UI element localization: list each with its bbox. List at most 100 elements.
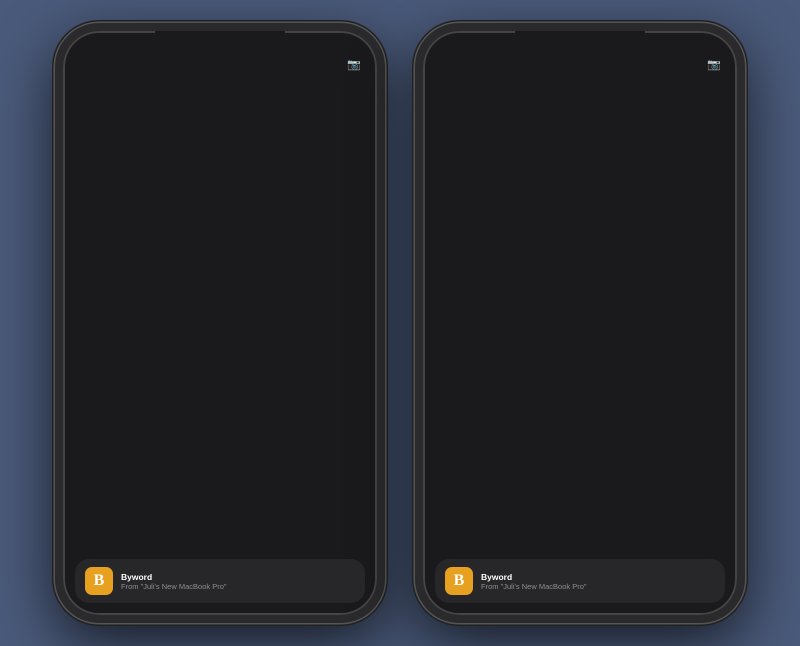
menu-label-passcode-1: Passcode [90,220,240,230]
menu-health-1[interactable]: ❤ Health › [63,398,253,421]
menu-label-clock-2: Clock [450,358,600,368]
menu-label-general-2: General [450,128,600,138]
menu-label-heartrate-2: Heart Rate [450,427,600,437]
notif-app-name-2: Byword [481,572,715,582]
menu-label-cellular-1: Cellular [90,151,240,161]
menu-icon-contacts-2: 👤 [428,378,444,394]
menu-general-1[interactable]: ⚙ General › [63,122,253,145]
menu-icon-heartrate-1: ♥ [68,424,84,440]
notif-app-sub-2: From "Juli's New MacBook Pro" [481,582,715,591]
menu-icon-sounds-1: 🔔 [68,194,84,210]
menu-brightness-2[interactable]: ☀ Brightness & Text Size › [423,168,613,191]
safari-img-1 [233,160,377,200]
menu-chevron-2: › [600,129,603,138]
menu-icon-calendar-2: 📅 [428,332,444,348]
menu-sounds-2[interactable]: 🔔 Sounds & Haptics › [423,191,613,214]
menu-general-2[interactable]: ⚙ General › [423,122,613,145]
menu-label-activity-1: Activity [90,289,240,299]
menu-calendar-2[interactable]: 📅 Calendar › [423,329,613,352]
menu-label-calendar-2: Calendar [450,335,600,345]
notification-banner-2[interactable]: B Byword From "Juli's New MacBook Pro" [435,559,725,603]
notif-app-sub-1: From "Juli's New MacBook Pro" [121,582,355,591]
menu-icon-sos-2: SOS [428,240,444,256]
menu-privacy-1[interactable]: ✋ Privacy › [63,260,253,283]
notch-2 [515,31,645,59]
watch-menu-1: ⚙ General › ▲▲▲ Cellular › ☀ Brightness … [63,122,253,444]
menu-label-breathe-1: Breathe [90,312,240,322]
menu-icon-clock-1: ⏰ [68,355,84,371]
menu-icon-sounds-2: 🔔 [428,194,444,210]
watch-menu-2: ⚙ General › ▲▲▲ Cellular › ☀ Brightness … [423,122,613,444]
phone-1: 📷 🧭 9to5mac.com iFixit Tests Sili MacBoo… [55,23,385,623]
menu-activity-1[interactable]: ◉ Activity › [63,283,253,306]
menu-icon-sos-1: SOS [68,240,84,256]
safari-date2-1: Jul 19, 2018 10:3 [233,236,377,244]
phone-2: 📷 🧭 9to5mac.com To give us a bett genera… [415,23,745,623]
menu-passcode-1[interactable]: 🔒 Passcode › [63,214,253,237]
menu-label-sos-1: Emergency SOS [90,243,240,253]
menu-icon-breathe-1: ◎ [68,309,84,325]
watch-header-1: Watch [63,71,253,106]
menu-brightness-1[interactable]: ☀ Brightness & Text Size › [63,168,253,191]
menu-breathe-1[interactable]: ◎ Breathe › [63,306,253,329]
notch-1 [155,31,285,59]
menu-health-2[interactable]: ❤ Health › [423,398,613,421]
menu-label-activity-2: Activity [450,289,600,299]
menu-contacts-2[interactable]: 👤 Contacts › [423,375,613,398]
notif-icon-1: B [85,567,113,595]
menu-label-health-1: Health [90,404,240,414]
phone-screen-2: 📷 🧭 9to5mac.com To give us a bett genera… [423,31,737,615]
notif-text-2: Byword From "Juli's New MacBook Pro" [481,572,715,591]
menu-cellular-2[interactable]: ▲▲▲ Cellular › [423,145,613,168]
menu-contacts-1[interactable]: 👤 Contacts › [63,375,253,398]
menu-label-brightness-1: Brightness & Text Size [90,174,240,184]
menu-passcode-2[interactable]: 🔒 Passcode › [423,214,613,237]
my-watch-label-1: My Watch [63,106,253,122]
menu-icon-contacts-1: 👤 [68,378,84,394]
menu-icon-calendar-1: 📅 [68,332,84,348]
menu-label-sos-2: Emergency SOS [450,243,600,253]
notification-banner-1[interactable]: B Byword From "Juli's New MacBook Pro" [75,559,365,603]
menu-label-cellular-2: Cellular [450,151,600,161]
menu-breathe-2[interactable]: ◎ Breathe › [423,306,613,329]
menu-label-privacy-2: Privacy [450,266,600,276]
menu-icon-cellular-2: ▲▲▲ [428,148,444,164]
watch-app-title-2: Watch [454,83,487,95]
menu-icon-activity-2: ◉ [428,286,444,302]
menu-calendar-1[interactable]: 📅 Calendar › [63,329,253,352]
menu-label-general-1: General [90,128,240,138]
safari-text2-1: Apple today sub planned Federatio Melbou… [233,245,377,262]
menu-privacy-2[interactable]: ✋ Privacy › [423,260,613,283]
watch-card-1: Watch My Watch ⚙ General › ▲▲▲ Cellular … [63,71,253,560]
menu-sos-1[interactable]: SOS Emergency SOS › [63,237,253,260]
menu-sos-2[interactable]: SOS Emergency SOS › [423,237,613,260]
watch-icon-1 [68,79,88,99]
menu-label-privacy-1: Privacy [90,266,240,276]
menu-heartrate-2[interactable]: ♥ Heart Rate › [423,421,613,444]
menu-icon-heartrate-2: ♥ [428,424,444,440]
notif-text-1: Byword From "Juli's New MacBook Pro" [121,572,355,591]
menu-heartrate-1[interactable]: ♥ Heart Rate › [63,421,253,444]
menu-sounds-1[interactable]: 🔔 Sounds & Haptics › [63,191,253,214]
menu-cellular-1[interactable]: ▲▲▲ Cellular › [63,145,253,168]
menu-clock-2[interactable]: ⏰ Clock › [423,352,613,375]
menu-activity-2[interactable]: ◉ Activity › [423,283,613,306]
menu-label-calendar-1: Calendar [90,335,240,345]
safari-date-1: Jul 19, 2018 12:2 [233,121,377,129]
menu-icon-health-1: ❤ [68,401,84,417]
phone-screen-1: 📷 🧭 9to5mac.com iFixit Tests Sili MacBoo… [63,31,377,615]
menu-chevron-general-1: › [240,129,243,138]
notif-app-name-1: Byword [121,572,355,582]
menu-icon-privacy-1: ✋ [68,263,84,279]
notif-icon-2: B [445,567,473,595]
menu-icon-passcode-1: 🔒 [68,217,84,233]
menu-icon-breathe-2: ◎ [428,309,444,325]
menu-clock-1[interactable]: ⏰ Clock › [63,352,253,375]
menu-icon-clock-2: ⏰ [428,355,444,371]
menu-icon-brightness-1: ☀ [68,171,84,187]
menu-label-sounds-1: Sounds & Haptics [90,197,240,207]
watch-icon-2 [428,79,448,99]
menu-icon-privacy-2: ✋ [428,263,444,279]
menu-label-clock-1: Clock [90,358,240,368]
menu-label-sounds-2: Sounds & Haptics [450,197,600,207]
